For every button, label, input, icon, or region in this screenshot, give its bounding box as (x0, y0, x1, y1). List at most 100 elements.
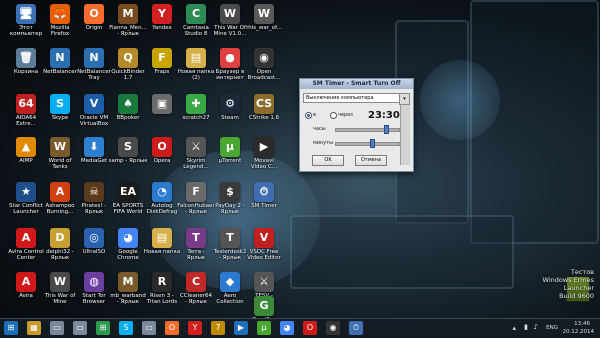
taskbar: ⊞ ▦ ▭ ▭ ⊞ S ▭ O Y 7 ▶ µ ◕ O ◉ ⏱ ▴ ▮ ♪ ENG 13:46 20.12.2… (0, 318, 600, 338)
app-icon: A (16, 272, 36, 292)
app-icon: W (254, 4, 274, 24)
time-display: 23:30 (368, 110, 400, 121)
app-icon: V (84, 94, 104, 114)
app-icon: ▤ (186, 48, 206, 68)
minutes-slider[interactable] (335, 142, 400, 146)
action-select[interactable]: Выключение компьютера (303, 93, 402, 103)
app-icon: ▶ (254, 137, 274, 157)
mode-after-radio[interactable] (330, 112, 337, 119)
app-icon: ◉ (254, 48, 274, 68)
taskbar-documents-icon[interactable]: ▭ (50, 321, 64, 335)
taskbar-opera-icon[interactable]: O (303, 321, 317, 335)
app-icon: S (50, 94, 70, 114)
app-icon: S (118, 137, 138, 157)
taskbar-aimp-icon[interactable]: 7 (211, 321, 225, 335)
app-icon: M (118, 4, 138, 24)
app-icon: F (152, 48, 172, 68)
app-icon: 🖥 (16, 4, 36, 24)
desktop-icon-label: CStrike 1.6 (248, 115, 280, 121)
clock-time[interactable]: 13:46 (574, 321, 590, 327)
mode-in-radio[interactable] (305, 112, 312, 119)
desktop-icon[interactable]: ▶ Movavi Video C... (242, 135, 286, 179)
taskbar-yandex-icon[interactable]: Y (188, 321, 202, 335)
taskbar-utorrent-icon[interactable]: µ (257, 321, 271, 335)
app-icon: ⚙ (220, 94, 240, 114)
app-icon: N (84, 48, 104, 68)
app-icon: ◆ (220, 272, 240, 292)
sm-timer-dialog: SM Timer - Smart Turn Off Выключение ком… (299, 78, 414, 172)
language-indicator[interactable]: ENG (546, 325, 558, 331)
network-icon[interactable]: ▮ (524, 323, 528, 331)
app-icon: ⚔ (254, 272, 274, 292)
app-icon: C (186, 4, 206, 24)
desktop-icon[interactable]: V VSDC Free Video Editor (242, 226, 286, 270)
app-icon: ● (220, 48, 240, 68)
watermark-line-2: Windows Ermes (542, 276, 594, 284)
desktop-icon[interactable]: Wthis_war_of... (242, 2, 286, 46)
app-icon: W (50, 137, 70, 157)
dialog-side-panel (400, 105, 410, 165)
cancel-button[interactable]: Отмена (355, 155, 387, 166)
app-icon: ▲ (16, 137, 36, 157)
app-icon: $ (220, 182, 240, 202)
ok-button[interactable]: OK (312, 155, 344, 166)
desktop-icon[interactable]: ⏱ SM Timer (242, 180, 286, 224)
mode-after-label: через (338, 112, 353, 118)
watermark-line-1: Тестов (570, 268, 594, 276)
app-icon: ⚔ (186, 137, 206, 157)
tray-expand-icon[interactable]: ▴ (512, 324, 516, 332)
app-icon: 🗑 (16, 48, 36, 68)
clock-date[interactable]: 20.12.2014 (563, 329, 595, 335)
app-icon: T (220, 228, 240, 248)
desktop-icon-label: SM Timer (251, 203, 277, 209)
taskbar-media-player-icon[interactable]: ▶ (234, 321, 248, 335)
taskbar-sm-timer-icon[interactable]: ⏱ (349, 321, 363, 335)
app-icon: ✚ (186, 94, 206, 114)
taskbar-documents-2-icon[interactable]: ▭ (73, 321, 87, 335)
app-icon: W (220, 4, 240, 24)
app-icon: N (50, 48, 70, 68)
app-icon: CS (254, 94, 274, 114)
desktop-icon-label: Open Broadcast... (247, 69, 281, 81)
app-icon: Q (118, 48, 138, 68)
watermark-line-4: Build 9600 (559, 292, 594, 300)
volume-icon[interactable]: ♪ (534, 323, 538, 331)
app-icon: T (186, 228, 206, 248)
taskbar-store-icon[interactable]: ⊞ (96, 321, 110, 335)
app-icon: ★ (16, 182, 36, 202)
app-icon: W (50, 272, 70, 292)
app-icon: A (16, 228, 36, 248)
desktop-icon[interactable]: ◉ Open Broadcast... (242, 46, 286, 90)
app-icon: O (84, 4, 104, 24)
minutes-slider-thumb[interactable] (369, 139, 375, 148)
taskbar-skype-icon[interactable]: S (119, 321, 133, 335)
app-icon: ♠ (118, 94, 138, 114)
taskbar-file-explorer-icon[interactable]: ▦ (27, 321, 41, 335)
taskbar-windows-start-icon[interactable]: ⊞ (4, 321, 18, 335)
desktop-icon-label: this_war_of... (246, 25, 282, 31)
taskbar-files-icon[interactable]: ▭ (142, 321, 156, 335)
hours-slider[interactable] (335, 128, 400, 132)
dialog-titlebar[interactable]: SM Timer - Smart Turn Off (300, 79, 413, 89)
app-icon: C (186, 272, 206, 292)
app-icon: ◍ (84, 272, 104, 292)
app-icon: EA (118, 182, 138, 202)
wallpaper-light-glow (420, 60, 500, 140)
watermark-line-3: Launcher (563, 284, 594, 292)
chevron-down-icon[interactable]: ▾ (399, 93, 410, 105)
taskbar-obs-icon[interactable]: ◉ (326, 321, 340, 335)
mode-in-label: в (313, 112, 316, 118)
app-icon: A (50, 182, 70, 202)
desktop-icon-label: VSDC Free Video Editor (247, 249, 281, 261)
app-icon: ▣ (152, 94, 172, 114)
app-icon: G (254, 296, 274, 316)
desktop-icon[interactable]: CS CStrike 1.6 (242, 92, 286, 136)
wallpaper-lower-structure (290, 215, 514, 289)
dialog-title: SM Timer - Smart Turn Off (312, 80, 401, 87)
taskbar-chrome-icon[interactable]: ◕ (280, 321, 294, 335)
app-icon: ⬇ (84, 137, 104, 157)
app-icon: ▤ (152, 228, 172, 248)
hours-slider-thumb[interactable] (384, 125, 390, 134)
app-icon: O (152, 137, 172, 157)
taskbar-origin-icon[interactable]: O (165, 321, 179, 335)
